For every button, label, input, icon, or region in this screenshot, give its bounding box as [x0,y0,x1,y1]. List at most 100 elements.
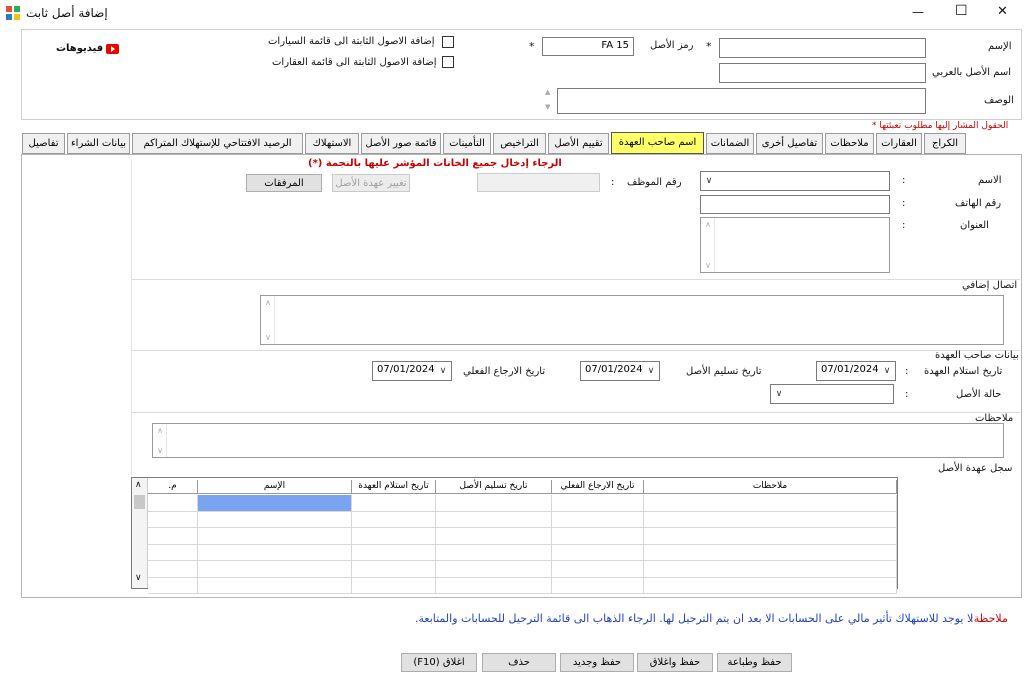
notes-input[interactable]: ∧ ∨ [152,423,1004,458]
grid-cell[interactable] [644,577,897,594]
videos-link[interactable]: فيديوهات [56,43,122,57]
close-icon[interactable]: ✕ [997,4,1008,19]
grid-cell[interactable] [148,528,198,545]
extra-contact-input[interactable]: ∧ ∨ [260,295,1004,345]
tab-purchase-data[interactable]: بيانات الشراء [67,133,130,154]
phone-input[interactable] [700,195,890,214]
grid-header-notes[interactable]: ملاحظات [644,480,897,494]
grid-vscroll[interactable]: ∧ ∨ [132,478,148,588]
tab-opening-balance[interactable]: الرصيد الافتتاحي للإستهلاك المتراكم [132,133,303,154]
actual-return-value: 07/01/2024 [377,364,435,375]
extra-contact-scrollbar[interactable]: ∧ ∨ [261,296,275,344]
grid-cell[interactable] [552,511,644,528]
tab-insurance[interactable]: التأمينات [443,133,491,154]
grid-cell[interactable] [198,577,352,594]
address-scrollbar[interactable]: ∧ ∨ [701,218,715,272]
grid-cell[interactable] [148,561,198,578]
add-to-realestate-checkbox[interactable] [442,56,454,68]
grid-header-receive-date[interactable]: تاريخ استلام العهدة [352,480,436,494]
grid-cell[interactable] [198,544,352,561]
grid-cell[interactable] [148,495,198,512]
grid-header-actual-return[interactable]: تاريخ الارجاع الفعلي [552,480,644,494]
receive-date-picker[interactable]: 07/01/2024 ∨ [816,361,896,381]
grid-cell[interactable] [552,561,644,578]
name-input[interactable] [719,38,926,58]
grid-cell[interactable] [552,544,644,561]
grid-cell[interactable] [148,544,198,561]
tab-custody-holder[interactable]: اسم صاحب العهدة [611,132,704,154]
address-input[interactable]: ∧ ∨ [700,217,890,273]
address-colon: : [902,220,906,231]
close-button[interactable]: اغلاق (F10) [401,653,477,672]
delivery-date-picker[interactable]: 07/01/2024 ∨ [580,361,660,381]
asset-code-input[interactable]: FA 15 [542,37,634,56]
grid-cell[interactable] [198,495,352,512]
grid-cell[interactable] [352,495,436,512]
tab-garage[interactable]: الكراج [924,133,966,154]
tab-asset-valuation[interactable]: تقييم الأصل [548,133,609,154]
grid-header-delivery-date[interactable]: تاريخ تسليم الأصل [436,480,552,494]
custody-name-select[interactable]: ∨ [700,171,890,191]
grid-cell[interactable] [148,577,198,594]
tab-other-details[interactable]: تفاصيل أخرى [756,133,823,154]
save-print-button[interactable]: حفظ وطباعة [717,653,792,672]
grid-cell[interactable] [436,577,552,594]
add-to-cars-checkbox[interactable] [442,36,454,48]
tab-label: قائمة صور الأصل [365,138,437,149]
actual-return-picker[interactable]: 07/01/2024 ∨ [372,361,452,381]
delivery-date-label: تاريخ تسليم الأصل [686,366,762,377]
tab-depreciation[interactable]: الاستهلاك [305,133,359,154]
grid-cell[interactable] [148,511,198,528]
grid-cell[interactable] [436,495,552,512]
grid-cell[interactable] [552,577,644,594]
asset-status-select[interactable]: ∨ [770,384,894,404]
grid-cell[interactable] [644,528,897,545]
delivery-date-value: 07/01/2024 [585,364,643,375]
grid-cell[interactable] [552,528,644,545]
tab-realestate[interactable]: العقارات [876,133,922,154]
attachments-button[interactable]: المرفقات [246,174,322,192]
column-label: تاريخ تسليم الأصل [459,481,528,491]
grid-cell[interactable] [352,544,436,561]
phone-label: رقم الهاتف [955,198,1002,209]
grid-cell[interactable] [352,577,436,594]
grid-cell[interactable] [436,511,552,528]
grid-cell[interactable] [552,495,644,512]
scroll-thumb[interactable] [134,495,145,509]
grid-cell[interactable] [198,511,352,528]
tab-asset-images[interactable]: قائمة صور الأصل [361,133,441,154]
grid-cell[interactable] [644,561,897,578]
grid-header-row-no[interactable]: م. [148,480,198,494]
description-input[interactable] [557,88,926,114]
grid-cell[interactable] [644,544,897,561]
button-label: حفظ واغلاق [649,657,701,668]
tab-licenses[interactable]: التراخيص [493,133,546,154]
grid-cell[interactable] [436,528,552,545]
minimize-icon[interactable]: — [912,5,924,19]
grid-cell[interactable] [436,561,552,578]
asset-code-value: FA 15 [601,40,629,51]
grid-cell[interactable] [352,561,436,578]
grid-cell[interactable] [352,528,436,545]
grid-cell[interactable] [436,544,552,561]
tab-warranties[interactable]: الضمانات [706,133,754,154]
grid-cell[interactable] [198,561,352,578]
maximize-icon[interactable]: ☐ [955,3,968,19]
app-icon [6,6,20,20]
footer-note-text: لا يوجد للاستهلاك تأثير مالي على الحسابا… [415,612,974,625]
grid-cell[interactable] [198,528,352,545]
scroll-down-icon: ∨ [705,261,711,270]
grid-header-name[interactable]: الإسم [198,480,352,494]
asset-status-label: حالة الأصل [956,389,1002,400]
delete-button[interactable]: حذف [482,653,556,672]
notes-scrollbar[interactable]: ∧ ∨ [153,424,167,457]
grid-cell[interactable] [352,511,436,528]
tab-notes[interactable]: ملاحظات [825,133,874,154]
tab-details[interactable]: تفاصيل [22,133,65,154]
arabic-name-input[interactable] [719,63,926,83]
description-scroll[interactable]: ▲ ▼ [543,88,555,114]
save-new-button[interactable]: حفظ وجديد [560,653,634,672]
grid-cell[interactable] [644,511,897,528]
grid-cell[interactable] [644,495,897,512]
save-close-button[interactable]: حفظ واغلاق [637,653,713,672]
